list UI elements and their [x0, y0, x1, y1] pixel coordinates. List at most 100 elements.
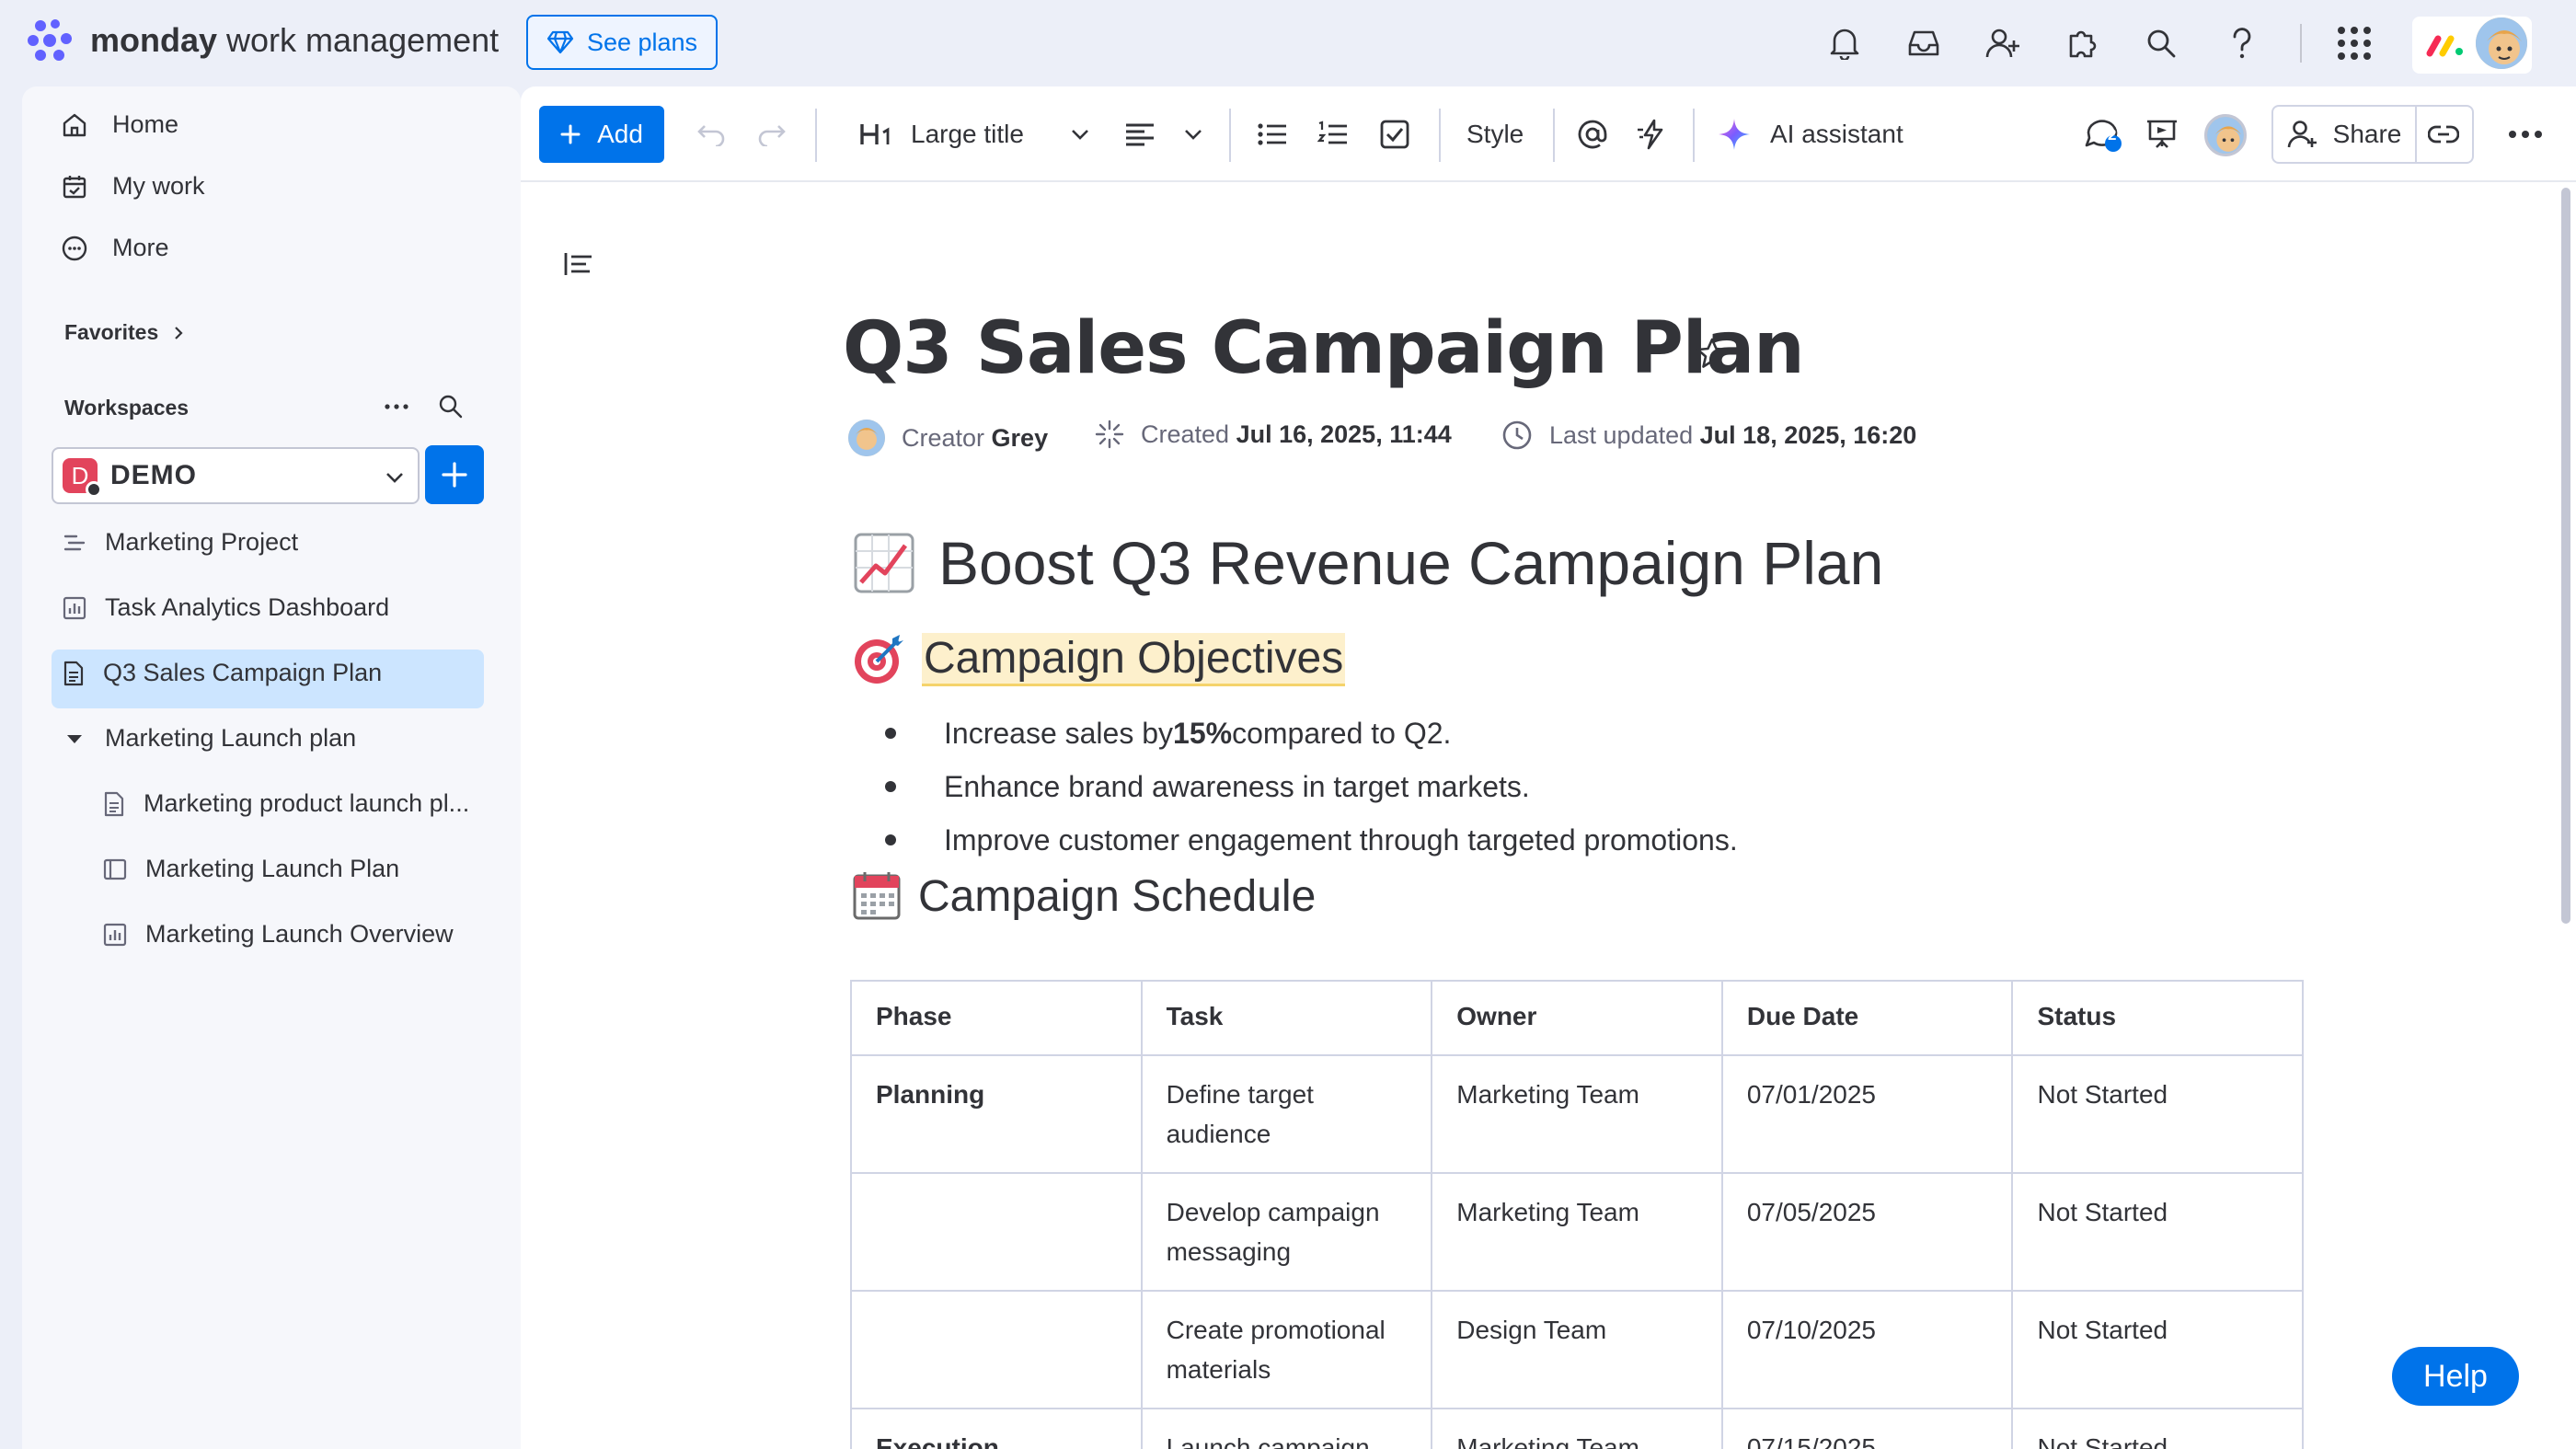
- table-cell-phase[interactable]: [850, 1290, 1143, 1409]
- column-header[interactable]: Task: [1140, 980, 1433, 1056]
- heading-style-dropdown[interactable]: Large title: [859, 107, 1090, 162]
- invite-member-icon[interactable]: [1980, 20, 2026, 66]
- app-switcher-grid-icon[interactable]: [2331, 20, 2377, 66]
- table-cell-due-date[interactable]: 07/01/2025: [1720, 1054, 2014, 1174]
- style-label: Style: [1466, 120, 1524, 148]
- project-icon: [63, 535, 86, 550]
- updated-value: Jul 18, 2025, 16:20: [1699, 420, 1917, 449]
- campaign-schedule-table[interactable]: Phase Task Owner Due Date Status Plannin…: [850, 980, 2304, 1449]
- objectives-heading[interactable]: Campaign Objectives: [852, 633, 1346, 686]
- workspace-selector[interactable]: D DEMO: [52, 447, 420, 504]
- present-icon[interactable]: [2145, 107, 2179, 162]
- target-emoji-icon: [855, 635, 903, 684]
- table-cell-status[interactable]: Not Started: [2011, 1290, 2304, 1409]
- schedule-heading[interactable]: Campaign Schedule: [852, 870, 1316, 922]
- table-cell-due-date[interactable]: 07/05/2025: [1720, 1172, 2014, 1292]
- help-button[interactable]: Help: [2392, 1347, 2519, 1406]
- creator-avatar: [848, 420, 885, 456]
- toolbar-divider: [1693, 109, 1695, 162]
- apps-puzzle-icon[interactable]: [2059, 20, 2105, 66]
- column-header[interactable]: Phase: [850, 980, 1143, 1056]
- table-cell-task[interactable]: Launch campaign: [1140, 1408, 1433, 1449]
- tree-item-marketing-launch-plan-board[interactable]: Marketing Launch Plan: [103, 855, 399, 883]
- favorite-star-icon[interactable]: [1695, 337, 1730, 370]
- style-button[interactable]: Style: [1466, 107, 1524, 162]
- tree-item-label: Marketing Project: [105, 528, 299, 556]
- text-align-dropdown[interactable]: [1124, 107, 1203, 162]
- column-header[interactable]: Due Date: [1720, 980, 2014, 1056]
- created-value: Jul 16, 2025, 11:44: [1236, 420, 1452, 448]
- comments-icon[interactable]: 2: [2083, 107, 2123, 162]
- tree-item-q3-sales-campaign-plan[interactable]: Q3 Sales Campaign Plan: [63, 659, 382, 687]
- share-button[interactable]: Share: [2271, 105, 2417, 164]
- checklist-icon[interactable]: [1380, 107, 1409, 162]
- table-cell-phase[interactable]: [850, 1172, 1143, 1292]
- undo-icon[interactable]: [696, 107, 727, 162]
- doc-title[interactable]: Q3 Sales Campaign Plan: [843, 307, 1805, 390]
- scrollbar[interactable]: [2561, 188, 2570, 924]
- tree-item-marketing-project[interactable]: Marketing Project: [63, 528, 298, 557]
- home-icon: [63, 113, 86, 136]
- table-cell-owner[interactable]: Marketing Team: [1431, 1408, 1723, 1449]
- updated-label: Last updated: [1549, 420, 1694, 449]
- sidebar-item-label: More: [112, 234, 169, 261]
- column-header[interactable]: Owner: [1431, 980, 1723, 1056]
- creator-label: Creator: [902, 423, 985, 452]
- bullet-list-icon[interactable]: [1257, 107, 1288, 162]
- sidebar-item-home[interactable]: Home: [61, 110, 178, 139]
- workspace-search-icon[interactable]: [438, 394, 464, 420]
- table-cell-phase[interactable]: Planning: [850, 1054, 1143, 1174]
- table-cell-task[interactable]: Create promotional materials: [1140, 1290, 1433, 1409]
- tree-folder-marketing-launch-plan[interactable]: Marketing Launch plan: [63, 724, 356, 753]
- table-cell-phase[interactable]: Execution: [850, 1408, 1143, 1449]
- user-avatar[interactable]: [2473, 15, 2530, 72]
- add-item-button[interactable]: [425, 445, 484, 504]
- mention-icon[interactable]: [1577, 107, 1608, 162]
- doc-icon: [63, 661, 84, 685]
- table-of-contents-icon[interactable]: [563, 250, 594, 278]
- topbar-divider: [2300, 24, 2302, 63]
- table-cell-due-date[interactable]: 07/15/2025: [1720, 1408, 2014, 1449]
- doc-heading-text: Boost Q3 Revenue Campaign Plan: [938, 529, 1884, 597]
- list-item[interactable]: Increase sales by 15% compared to Q2.: [885, 707, 1738, 760]
- board-icon: [103, 858, 127, 880]
- objectives-heading-text: Campaign Objectives: [922, 633, 1346, 686]
- favorites-section[interactable]: Favorites: [64, 320, 184, 345]
- ai-assistant-button[interactable]: AI assistant: [1717, 107, 1903, 162]
- workspace-options-icon[interactable]: [383, 397, 410, 416]
- tree-item-label: Marketing Launch Overview: [145, 920, 454, 948]
- ai-assistant-label: AI assistant: [1770, 120, 1903, 148]
- sidebar-item-more[interactable]: More: [61, 234, 169, 262]
- help-question-icon[interactable]: [2219, 20, 2265, 66]
- table-cell-task[interactable]: Define target audience: [1140, 1054, 1433, 1174]
- table-cell-task[interactable]: Develop campaign messaging: [1140, 1172, 1433, 1292]
- add-block-button[interactable]: Add: [539, 106, 664, 163]
- table-cell-owner[interactable]: Design Team: [1431, 1290, 1723, 1409]
- redo-icon[interactable]: [756, 107, 788, 162]
- table-cell-owner[interactable]: Marketing Team: [1431, 1054, 1723, 1174]
- search-icon[interactable]: [2138, 20, 2184, 66]
- numbered-list-icon[interactable]: [1317, 107, 1349, 162]
- column-header[interactable]: Status: [2011, 980, 2304, 1056]
- table-cell-owner[interactable]: Marketing Team: [1431, 1172, 1723, 1292]
- copy-link-button[interactable]: [2415, 105, 2474, 164]
- favorites-label: Favorites: [64, 320, 159, 344]
- collaborator-avatar[interactable]: [2204, 114, 2247, 156]
- table-cell-status[interactable]: Not Started: [2011, 1172, 2304, 1292]
- inbox-icon[interactable]: [1901, 20, 1947, 66]
- table-cell-due-date[interactable]: 07/10/2025: [1720, 1290, 2014, 1409]
- tree-item-marketing-launch-overview[interactable]: Marketing Launch Overview: [103, 920, 454, 949]
- tree-item-task-analytics-dashboard[interactable]: Task Analytics Dashboard: [63, 593, 389, 622]
- doc-heading[interactable]: Boost Q3 Revenue Campaign Plan: [852, 528, 1883, 598]
- list-item[interactable]: Enhance brand awareness in target market…: [885, 760, 1738, 813]
- table-cell-status[interactable]: Not Started: [2011, 1408, 2304, 1449]
- notifications-bell-icon[interactable]: [1822, 20, 1868, 66]
- more-options-icon[interactable]: [2508, 107, 2543, 162]
- add-label: Add: [597, 120, 643, 148]
- automation-icon[interactable]: [1636, 107, 1669, 162]
- tree-item-marketing-product-launch[interactable]: Marketing product launch pl...: [103, 789, 469, 818]
- chevron-down-icon: [1072, 130, 1088, 140]
- list-item[interactable]: Improve customer engagement through targ…: [885, 813, 1738, 867]
- sidebar-item-my-work[interactable]: My work: [61, 172, 205, 201]
- table-cell-status[interactable]: Not Started: [2011, 1054, 2304, 1174]
